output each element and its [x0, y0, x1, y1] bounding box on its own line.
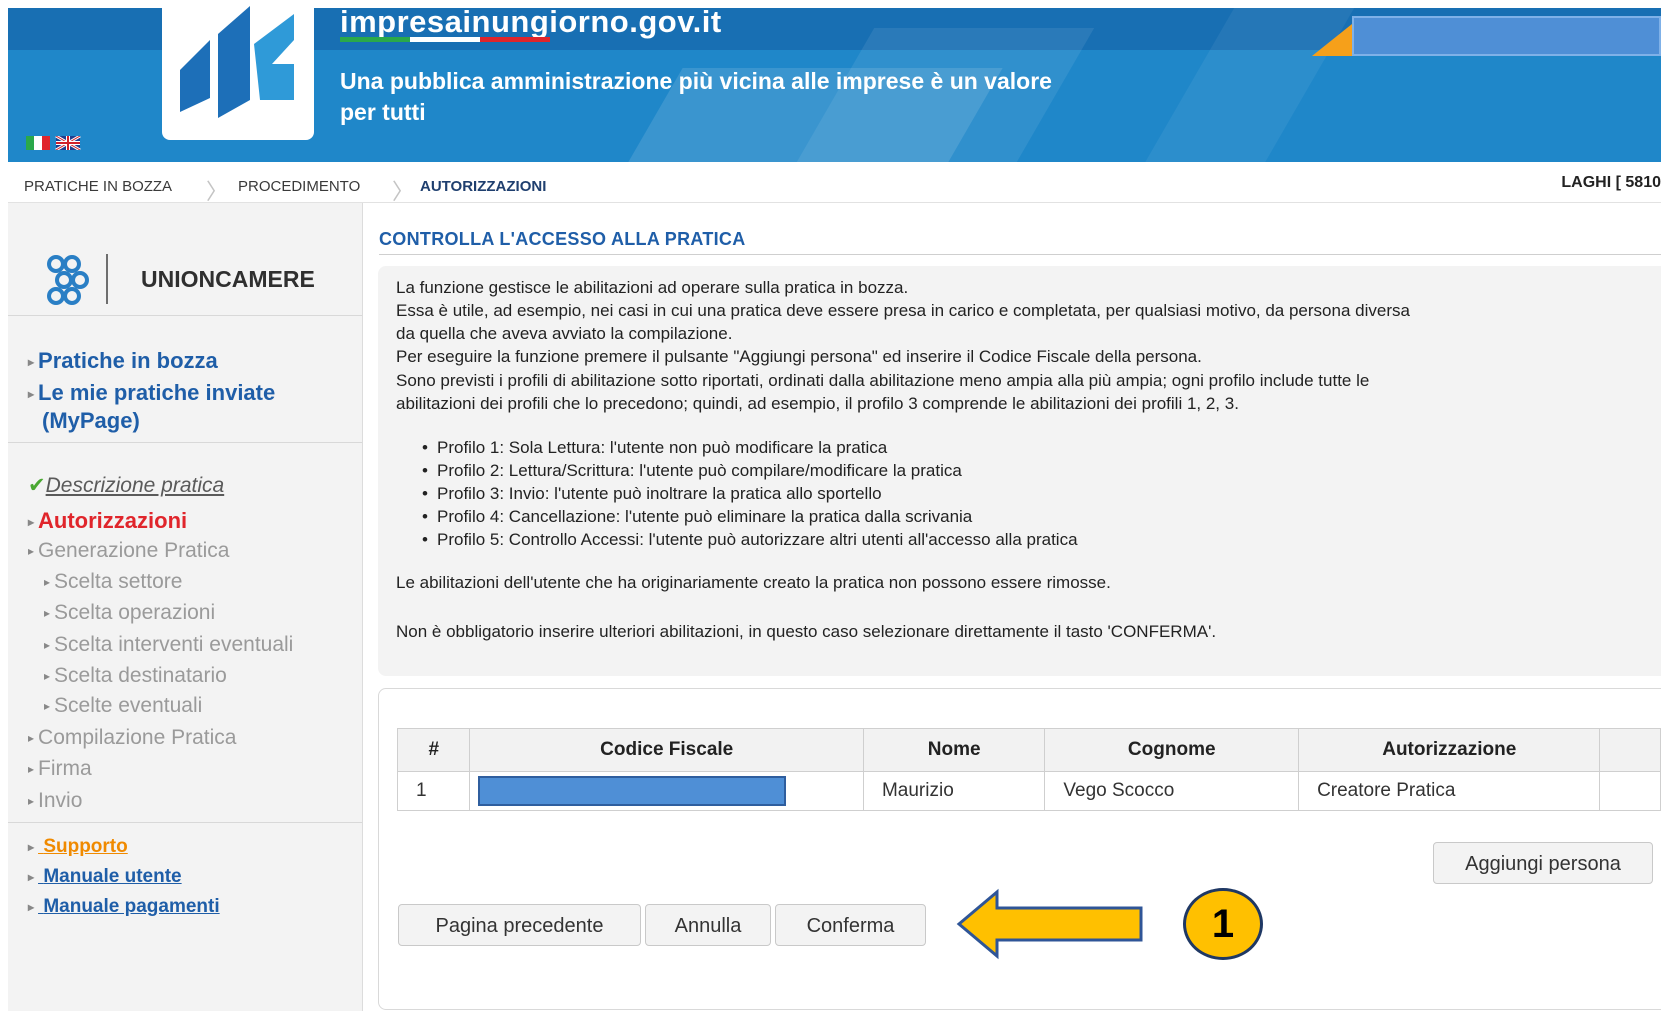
info-paragraph: Sono previsti i profili di abilitazione …	[396, 371, 1370, 390]
manuale-utente-link[interactable]: ▸ Manuale utente	[28, 866, 182, 888]
cancel-button[interactable]: Annulla	[645, 904, 771, 946]
support-link[interactable]: ▸ Supporto	[28, 836, 128, 858]
step-compilazione-pratica: ▸ Compilazione Pratica	[28, 726, 237, 749]
step-invio: ▸ Invio	[28, 789, 83, 812]
row-actions	[1599, 771, 1661, 811]
chevron-right-icon: ▸	[44, 699, 51, 714]
unioncamere-label: UNIONCAMERE	[141, 266, 315, 292]
chevron-right-icon: ▸	[28, 731, 35, 746]
column-header-actions	[1599, 728, 1661, 772]
sidebar-divider	[8, 442, 362, 443]
chevron-right-icon: ▸	[28, 355, 35, 370]
step-autorizzazioni: ▸ Autorizzazioni	[28, 508, 188, 533]
substep-scelta-settore: ▸ Scelta settore	[44, 570, 183, 593]
site-logo[interactable]	[162, 0, 314, 140]
pointer-arrow-icon	[956, 888, 1143, 960]
add-person-button[interactable]: Aggiungi persona	[1433, 842, 1653, 884]
column-header-nome: Nome	[862, 728, 1046, 772]
chevron-right-icon: ▸	[28, 794, 35, 809]
manuale-pagamenti-link[interactable]: ▸ Manuale pagamenti	[28, 896, 220, 918]
column-header-codice-fiscale: Codice Fiscale	[469, 728, 864, 772]
site-title[interactable]: impresainungiorno.gov.it	[340, 4, 722, 40]
chevron-right-icon: ▸	[44, 575, 51, 590]
sidebar-divider	[8, 315, 362, 316]
site-tagline: Una pubblica amministrazione più vicina …	[340, 68, 1052, 125]
breadcrumb-autorizzazioni: AUTORIZZAZIONI	[420, 178, 547, 195]
table-row: 1 Maurizio Vego Scocco Creatore Pratica	[396, 771, 1661, 811]
info-note: Non è obbligatorio inserire ulteriori ab…	[396, 622, 1217, 641]
table-header-row: # Codice Fiscale Nome Cognome Autorizzaz…	[396, 728, 1661, 772]
redacted-header-field	[1352, 16, 1661, 56]
row-codice-fiscale	[469, 771, 864, 811]
chevron-right-icon: ▸	[44, 638, 51, 653]
chevron-right-icon: ▸	[44, 606, 51, 621]
profile-item: Profilo 1: Sola Lettura: l'utente non pu…	[422, 436, 887, 460]
row-number: 1	[396, 771, 471, 811]
previous-page-button[interactable]: Pagina precedente	[398, 904, 641, 946]
chevron-right-icon: ▸	[44, 669, 51, 684]
column-header-cognome: Cognome	[1044, 728, 1300, 772]
unioncamere-logo-icon	[42, 252, 110, 317]
step-callout-badge: 1	[1183, 888, 1263, 960]
flag-underline	[340, 37, 550, 42]
substep-scelta-destinatario: ▸ Scelta destinatario	[44, 664, 227, 687]
confirm-button[interactable]: Conferma	[775, 904, 926, 946]
step-generazione-pratica: ▸ Generazione Pratica	[28, 539, 230, 562]
breadcrumb-pratiche-in-bozza[interactable]: PRATICHE IN BOZZA	[24, 178, 172, 195]
authorizations-table: # Codice Fiscale Nome Cognome Autorizzaz…	[396, 728, 1661, 811]
row-nome: Maurizio	[862, 771, 1046, 811]
profile-item: Profilo 2: Lettura/Scrittura: l'utente p…	[422, 459, 962, 483]
info-paragraph: Per eseguire la funzione premere il puls…	[396, 347, 1202, 366]
row-autorizzazione: Creatore Pratica	[1298, 771, 1601, 811]
breadcrumb: PRATICHE IN BOZZA 〉 PROCEDIMENTO 〉 AUTOR…	[8, 166, 1661, 204]
sidebar-divider	[8, 822, 362, 823]
substep-scelta-interventi: ▸ Scelta interventi eventuali	[44, 633, 294, 656]
info-paragraph: abilitazioni dei profili che lo precedon…	[396, 394, 1239, 413]
uk-flag-icon[interactable]	[55, 134, 81, 152]
chevron-right-icon: ▸	[28, 515, 35, 530]
language-flags	[26, 134, 88, 155]
user-label: LAGHI [ 5810	[1561, 174, 1661, 191]
logo-mark-icon	[180, 6, 294, 118]
chevron-right-icon: ▸	[28, 544, 35, 559]
redacted-value	[478, 776, 787, 806]
sidebar-item-mypage[interactable]: (MyPage)	[42, 408, 140, 434]
sidebar-item-mie-pratiche[interactable]: ▸ Le mie pratiche inviate	[28, 380, 275, 406]
step-descrizione-pratica[interactable]: ✔Descrizione pratica	[28, 473, 224, 498]
row-cognome: Vego Scocco	[1044, 771, 1300, 811]
column-header-number: #	[396, 728, 471, 772]
sidebar-item-pratiche-in-bozza[interactable]: ▸ Pratiche in bozza	[28, 348, 218, 374]
column-header-autorizzazione: Autorizzazione	[1298, 728, 1601, 772]
title-divider	[379, 254, 1661, 255]
info-note: Le abilitazioni dell'utente che ha origi…	[396, 573, 1111, 592]
breadcrumb-separator-icon: 〉	[206, 179, 229, 204]
chevron-right-icon: ▸	[28, 762, 35, 777]
info-paragraph: La funzione gestisce le abilitazioni ad …	[396, 278, 909, 297]
substep-scelta-operazioni: ▸ Scelta operazioni	[44, 601, 216, 624]
breadcrumb-procedimento[interactable]: PROCEDIMENTO	[238, 178, 360, 195]
header-corner-accent	[1312, 24, 1352, 56]
chevron-right-icon: ▸	[28, 839, 35, 854]
page-title: CONTROLLA L'ACCESSO ALLA PRATICA	[379, 229, 746, 249]
checkmark-icon: ✔	[28, 474, 46, 497]
profile-item: Profilo 5: Controllo Accessi: l'utente p…	[422, 528, 1078, 552]
breadcrumb-separator-icon: 〉	[392, 179, 415, 204]
profile-item: Profilo 4: Cancellazione: l'utente può e…	[422, 505, 972, 529]
substep-scelte-eventuali: ▸ Scelte eventuali	[44, 694, 203, 717]
info-paragraph: da quella che aveva avviato la compilazi…	[396, 324, 733, 343]
chevron-right-icon: ▸	[28, 869, 35, 884]
step-firma: ▸ Firma	[28, 757, 92, 780]
chevron-right-icon: ▸	[28, 387, 35, 402]
profile-item: Profilo 3: Invio: l'utente può inoltrare…	[422, 482, 882, 506]
italian-flag-icon[interactable]	[26, 136, 50, 150]
info-paragraph: Essa è utile, ad esempio, nei casi in cu…	[396, 301, 1410, 320]
chevron-right-icon: ▸	[28, 899, 35, 914]
